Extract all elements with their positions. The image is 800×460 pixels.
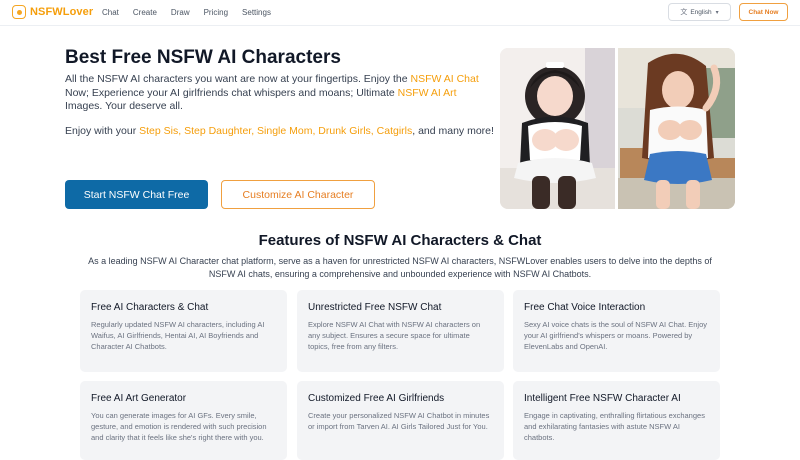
- feature-card-title: Free AI Characters & Chat: [91, 302, 209, 313]
- feature-card-body: Create your personalized NSFW AI Chatbot…: [308, 411, 490, 431]
- nsfw-ai-art-link[interactable]: NSFW AI Art: [398, 87, 457, 99]
- feature-card-title: Intelligent Free NSFW Character AI: [524, 393, 681, 404]
- logo-icon: [12, 5, 26, 19]
- start-chat-button[interactable]: Start NSFW Chat Free: [65, 180, 208, 209]
- chat-now-button[interactable]: Chat Now: [739, 3, 788, 21]
- hero-desc2-text: , and many more!: [412, 125, 494, 137]
- feature-card-body: Explore NSFW AI Chat with NSFW AI charac…: [308, 320, 481, 351]
- features-subtitle: As a leading NSFW AI Character chat plat…: [88, 256, 712, 279]
- top-nav: NSFWLover Chat Create Draw Pricing Setti…: [0, 0, 800, 26]
- hero-description: All the NSFW AI characters you want are …: [65, 73, 489, 114]
- feature-card: Free AI Characters & Chat Regularly upda…: [80, 290, 287, 372]
- translate-icon: 文: [680, 9, 688, 16]
- feature-card-body: Sexy AI voice chats is the soul of NSFW …: [524, 320, 707, 351]
- hero-desc-text: Now; Experience your AI girlfriends chat…: [65, 86, 398, 99]
- feature-card: Free AI Art Generator You can generate i…: [80, 381, 287, 460]
- language-select[interactable]: 文 English ▾: [668, 3, 731, 21]
- character-types-links[interactable]: Step Sis, Step Daughter, Single Mom, Dru…: [139, 125, 412, 137]
- chevron-down-icon: ▾: [715, 9, 719, 16]
- hero-desc-text: Images. Your deserve all.: [65, 100, 183, 112]
- features-title: Features of NSFW AI Characters & Chat: [258, 232, 542, 249]
- feature-card: Unrestricted Free NSFW Chat Explore NSFW…: [297, 290, 504, 372]
- feature-card: Intelligent Free NSFW Character AI Engag…: [513, 381, 720, 460]
- nav-link-chat[interactable]: Chat: [102, 8, 119, 17]
- hero-desc2-text: Enjoy with your: [65, 125, 140, 137]
- language-label: English: [690, 8, 712, 16]
- feature-card-title: Free AI Art Generator: [91, 393, 187, 404]
- hero-title: Best Free NSFW AI Characters: [65, 47, 341, 68]
- feature-card-title: Unrestricted Free NSFW Chat: [308, 302, 442, 313]
- nav-link-draw[interactable]: Draw: [171, 8, 190, 17]
- customize-character-button[interactable]: Customize AI Character: [221, 180, 375, 209]
- nav-links: Chat Create Draw Pricing Settings: [102, 8, 285, 17]
- nsfw-ai-chat-link[interactable]: NSFW AI Chat: [411, 73, 479, 85]
- feature-card-body: You can generate images for AI GFs. Ever…: [91, 411, 267, 442]
- logo[interactable]: NSFWLover: [12, 5, 93, 19]
- feature-card: Free Chat Voice Interaction Sexy AI voic…: [513, 290, 720, 372]
- feature-card-body: Engage in captivating, enthralling flirt…: [524, 411, 705, 442]
- nav-link-pricing[interactable]: Pricing: [204, 8, 228, 17]
- hero-description-2: Enjoy with your Step Sis, Step Daughter,…: [65, 125, 495, 139]
- logo-text: NSFWLover: [30, 6, 94, 18]
- feature-card-title: Free Chat Voice Interaction: [524, 302, 646, 313]
- nav-link-settings[interactable]: Settings: [242, 8, 271, 17]
- feature-card-body: Regularly updated NSFW AI characters, in…: [91, 320, 265, 351]
- feature-card-title: Customized Free AI Girlfriends: [308, 393, 445, 404]
- feature-card: Customized Free AI Girlfriends Create yo…: [297, 381, 504, 460]
- nav-link-create[interactable]: Create: [133, 8, 157, 17]
- hero-character-image: [500, 48, 735, 209]
- hero-desc-text: All the NSFW AI characters you want are …: [65, 73, 411, 85]
